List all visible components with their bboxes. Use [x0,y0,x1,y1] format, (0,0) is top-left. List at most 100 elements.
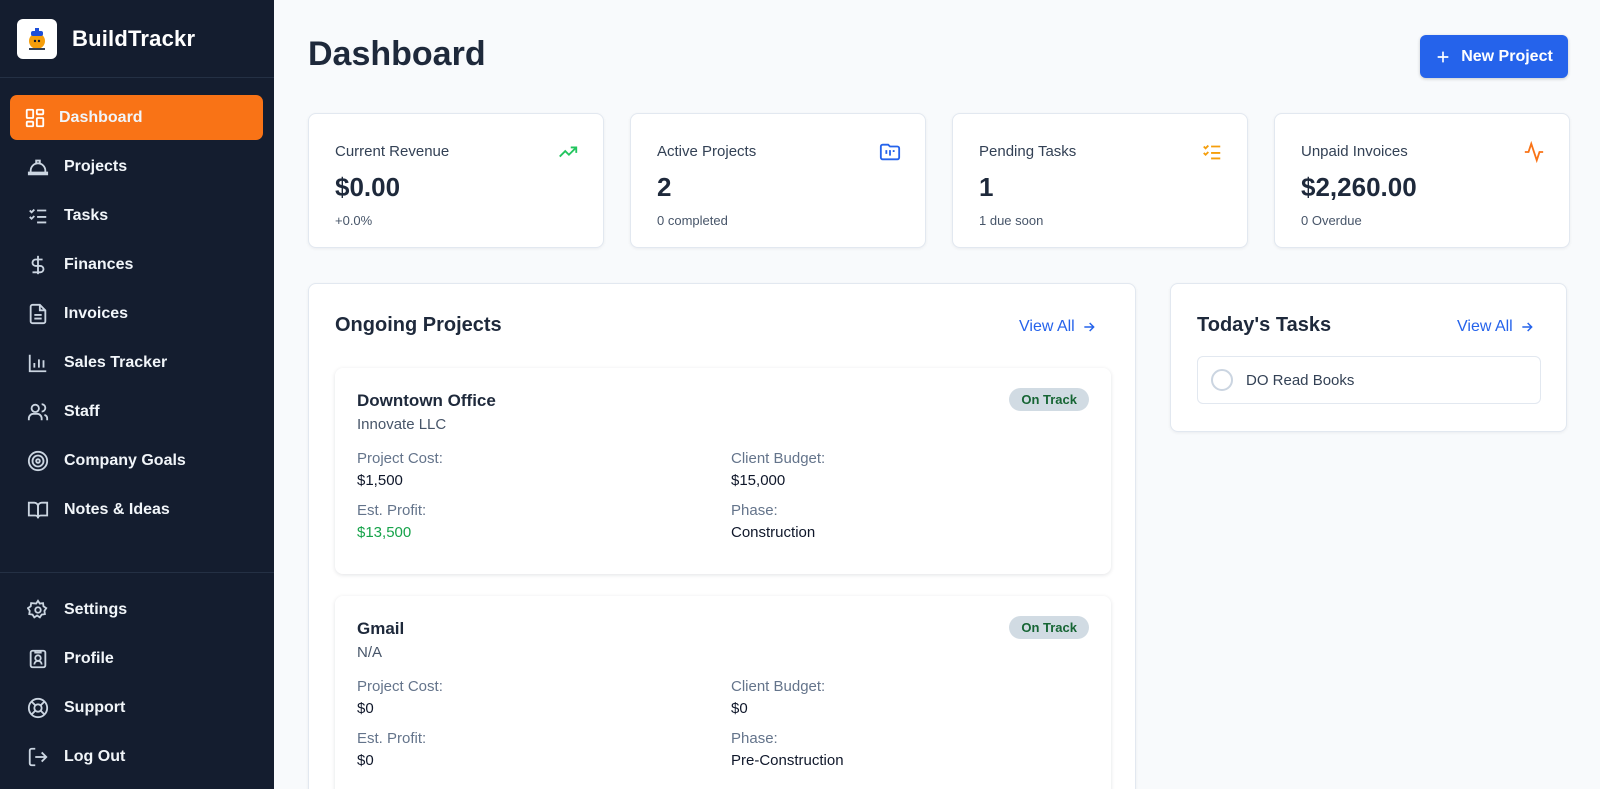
stat-value: $0.00 [335,172,401,202]
sidebar-item-tasks[interactable]: Tasks [10,193,263,238]
stat-sub: 0 Overdue [1301,213,1362,228]
sidebar-item-label: Staff [64,402,100,420]
stat-sub: 1 due soon [979,213,1044,228]
new-project-label: New Project [1461,47,1553,65]
sidebar-item-label: Notes & Ideas [64,500,170,518]
view-all-label: View All [1457,318,1513,335]
project-client: Innovate LLC [357,416,447,433]
sidebar-item-invoices[interactable]: Invoices [10,291,263,336]
view-all-projects-link[interactable]: View All [1019,318,1097,336]
sidebar-item-label: Dashboard [59,108,143,126]
sidebar-item-company-goals[interactable]: Company Goals [10,438,263,483]
project-card[interactable]: Downtown Office Innovate LLC On Track Pr… [335,368,1111,574]
sidebar-item-notes-ideas[interactable]: Notes & Ideas [10,487,263,532]
stat-label: Active Projects [657,143,757,160]
sidebar-item-dashboard[interactable]: Dashboard [10,95,263,140]
sidebar-item-label: Profile [64,649,114,667]
sidebar-item-label: Support [64,698,126,716]
client-budget-label: Client Budget: [731,450,826,467]
stat-value: 1 [979,172,994,202]
project-name: Downtown Office [357,391,496,410]
est-profit-label: Est. Profit: [357,730,427,747]
client-budget-value: $15,000 [731,472,786,489]
phase-value: Construction [731,524,816,541]
users-icon [27,401,49,423]
task-checkbox[interactable] [1211,369,1233,391]
sidebar-item-settings[interactable]: Settings [10,587,263,632]
stat-sub: 0 completed [657,213,728,228]
new-project-button[interactable]: New Project [1420,35,1568,78]
sidebar-item-label: Company Goals [64,451,186,469]
log-out-icon [27,746,49,768]
main-nav: Dashboard Projects Tasks Finances Invoic… [0,78,274,532]
sidebar-item-profile[interactable]: Profile [10,636,263,681]
sidebar-item-sales-tracker[interactable]: Sales Tracker [10,340,263,385]
list-checks-icon [27,205,49,227]
sidebar-item-projects[interactable]: Projects [10,144,263,189]
id-badge-icon [27,648,49,670]
est-profit-value: $0 [357,752,374,769]
task-text: DO Read Books [1246,371,1355,389]
stat-value: $2,260.00 [1301,172,1417,202]
app-name: BuildTrackr [72,25,196,51]
client-budget-label: Client Budget: [731,678,826,695]
status-badge: On Track [1009,388,1089,411]
sidebar-item-label: Invoices [64,304,129,322]
sidebar-item-label: Settings [64,600,128,618]
arrow-right-icon [1519,319,1535,335]
phase-value: Pre-Construction [731,752,844,769]
trending-up-icon [557,141,579,163]
bottom-nav: Settings Profile Support Log Out [0,572,274,783]
client-budget-value: $0 [731,700,748,717]
project-cost-label: Project Cost: [357,450,443,467]
stat-label: Pending Tasks [979,143,1077,160]
sidebar: BuildTrackr Dashboard Projects Tasks Fin… [0,0,274,789]
project-cost-label: Project Cost: [357,678,443,695]
view-all-label: View All [1019,318,1075,335]
phase-label: Phase: [731,730,778,747]
project-card[interactable]: Gmail N/A On Track Project Cost: $0 Clie… [335,596,1111,789]
sidebar-item-support[interactable]: Support [10,685,263,730]
project-cost-value: $0 [357,700,374,717]
plus-icon [1435,49,1451,65]
sidebar-item-label: Log Out [64,747,126,765]
activity-icon [1523,140,1545,164]
arrow-right-icon [1081,319,1097,335]
file-text-icon [27,303,49,325]
ongoing-projects-panel: Ongoing Projects View All Downtown Offic… [308,283,1136,789]
sidebar-item-label: Projects [64,157,128,175]
phase-label: Phase: [731,502,778,519]
dollar-sign-icon [27,254,49,276]
stat-card-pending-tasks: Pending Tasks 1 1 due soon [952,113,1248,248]
target-icon [27,450,49,472]
sidebar-item-log-out[interactable]: Log Out [10,734,263,779]
sidebar-item-label: Finances [64,255,134,273]
stat-label: Unpaid Invoices [1301,143,1408,160]
project-cost-value: $1,500 [357,472,403,489]
sidebar-item-label: Tasks [64,206,109,224]
sidebar-item-finances[interactable]: Finances [10,242,263,287]
stat-sub: +0.0% [335,213,373,228]
stat-label: Current Revenue [335,143,450,160]
page-title: Dashboard [308,35,486,73]
brand[interactable]: BuildTrackr [0,0,274,78]
sidebar-item-staff[interactable]: Staff [10,389,263,434]
sidebar-item-label: Sales Tracker [64,353,168,371]
project-name: Gmail [357,619,405,638]
task-item: DO Read Books [1197,356,1541,404]
est-profit-label: Est. Profit: [357,502,427,519]
stat-card-unpaid-invoices: Unpaid Invoices $2,260.00 0 Overdue [1274,113,1570,248]
main-content: Dashboard New Project Current Revenue $0… [274,0,1600,789]
book-open-icon [27,499,49,521]
stat-card-active-projects: Active Projects 2 0 completed [630,113,926,248]
hard-hat-icon [27,156,49,178]
panel-title: Ongoing Projects [335,314,502,336]
app-logo [17,18,57,59]
life-buoy-icon [27,697,49,719]
todays-tasks-panel: Today's Tasks View All DO Read Books [1170,283,1567,432]
view-all-tasks-link[interactable]: View All [1457,318,1535,336]
stat-value: 2 [657,172,672,202]
status-badge: On Track [1009,616,1089,639]
layout-grid-icon [24,107,46,129]
gear-icon [27,598,49,621]
